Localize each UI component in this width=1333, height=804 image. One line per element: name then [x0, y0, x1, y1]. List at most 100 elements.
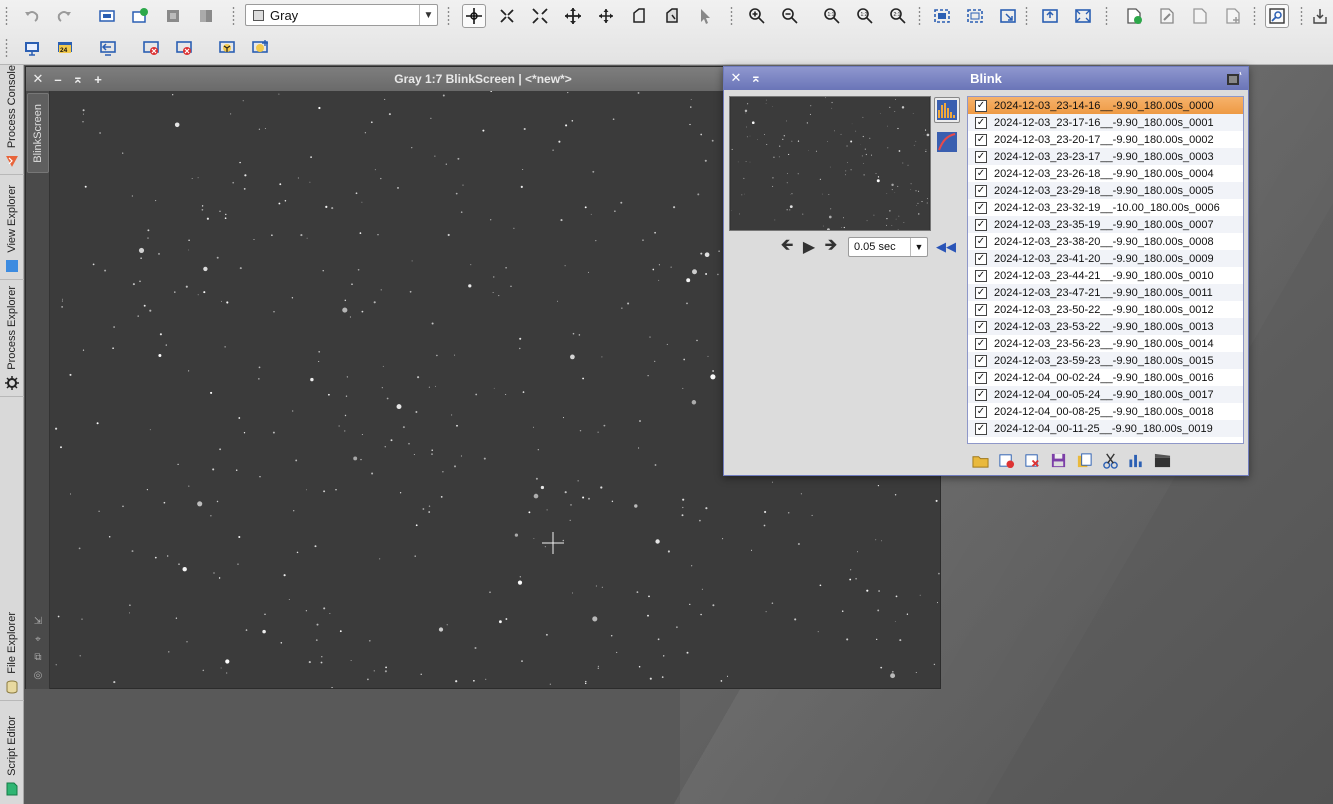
checkbox[interactable]: ✓: [975, 320, 987, 333]
zoom-in-icon[interactable]: [745, 4, 769, 28]
statistics-icon[interactable]: [1123, 450, 1149, 470]
new-workspace-icon[interactable]: [1122, 4, 1146, 28]
color-mode-select[interactable]: Gray ▼: [245, 4, 438, 26]
copy-icon[interactable]: ⧉: [32, 652, 44, 664]
target-icon[interactable]: ◎: [32, 670, 44, 682]
move-icon[interactable]: [1071, 450, 1097, 470]
checkbox[interactable]: ✓: [975, 405, 987, 418]
zoom-2-1-icon[interactable]: 2:1: [886, 4, 910, 28]
list-item[interactable]: ✓ 2024-12-03_23-20-17__-9.90_180.00s_0002: [968, 131, 1243, 148]
zoom-in-mode-icon[interactable]: [495, 4, 519, 28]
screen-reset-icon[interactable]: [139, 36, 163, 60]
checkbox[interactable]: ✓: [975, 150, 987, 163]
list-item[interactable]: ✓ 2024-12-03_23-26-18__-9.90_180.00s_0004: [968, 165, 1243, 182]
view-name-tab[interactable]: BlinkScreen: [27, 93, 49, 173]
screen-back-icon[interactable]: [96, 36, 120, 60]
toolbar-grip[interactable]: [730, 6, 733, 26]
toolbar-grip[interactable]: [232, 6, 235, 26]
video-icon[interactable]: [1149, 450, 1175, 470]
crosshair-icon[interactable]: ⌖: [32, 634, 44, 646]
zoom-out-icon[interactable]: [778, 4, 802, 28]
blink-window[interactable]: ✕ ⌅ Blink 🡸 ▶ 🡺 0.05 sec ▼ ◀◀ ✓ 2024-12-0…: [723, 66, 1249, 476]
tab-view-explorer[interactable]: View Explorer: [0, 176, 24, 280]
toolbar-grip[interactable]: [918, 6, 921, 26]
rewind-icon[interactable]: ◀◀: [936, 239, 956, 255]
checkbox[interactable]: ✓: [975, 218, 987, 231]
list-item[interactable]: ✓ 2024-12-03_23-38-20__-9.90_180.00s_0008: [968, 233, 1243, 250]
screen-transfer-icon[interactable]: [20, 36, 44, 60]
checkbox[interactable]: ✓: [975, 354, 987, 367]
close-selected-icon[interactable]: [993, 450, 1019, 470]
list-item[interactable]: ✓ 2024-12-04_00-08-25__-9.90_180.00s_0018: [968, 403, 1243, 420]
toolbar-grip[interactable]: [5, 38, 8, 58]
play-icon[interactable]: ▶: [798, 237, 820, 257]
checkbox[interactable]: ✓: [975, 133, 987, 146]
maximize-icon[interactable]: +: [88, 72, 108, 87]
fit-window-icon[interactable]: [963, 4, 987, 28]
list-item[interactable]: ✓ 2024-12-04_00-11-25__-9.90_180.00s_0019: [968, 420, 1243, 437]
checkbox[interactable]: ✓: [975, 422, 987, 435]
checkbox[interactable]: ✓: [975, 388, 987, 401]
blink-speed-select[interactable]: 0.05 sec ▼: [848, 237, 928, 257]
extract-icon[interactable]: [161, 4, 185, 28]
dynamic-crop-icon[interactable]: [660, 4, 684, 28]
workspace-add-icon[interactable]: [1221, 4, 1245, 28]
toolbar-grip[interactable]: [1253, 6, 1256, 26]
list-item[interactable]: ✓ 2024-12-03_23-35-19__-9.90_180.00s_0007: [968, 216, 1243, 233]
stf-auto-icon[interactable]: [215, 36, 239, 60]
save-icon[interactable]: [1045, 450, 1071, 470]
redo-icon[interactable]: [52, 4, 76, 28]
list-item[interactable]: ✓ 2024-12-03_23-56-23__-9.90_180.00s_0014: [968, 335, 1243, 352]
checkbox[interactable]: ✓: [975, 337, 987, 350]
checkbox[interactable]: ✓: [975, 303, 987, 316]
shade-icon[interactable]: ⌅: [68, 71, 88, 87]
tab-file-explorer[interactable]: File Explorer: [0, 611, 24, 701]
next-icon[interactable]: 🡺: [820, 237, 842, 257]
restore-icon[interactable]: [1071, 4, 1095, 28]
toolbar-grip[interactable]: [1300, 6, 1303, 26]
list-item[interactable]: ✓ 2024-12-03_23-50-22__-9.90_180.00s_0012: [968, 301, 1243, 318]
zoom-1-2-icon[interactable]: 1:2: [853, 4, 877, 28]
pointer-icon[interactable]: [693, 4, 717, 28]
center-mode-icon[interactable]: [594, 4, 618, 28]
undo-icon[interactable]: [20, 4, 44, 28]
arrow-icon[interactable]: ⇲: [32, 616, 44, 628]
list-item[interactable]: ✓ 2024-12-03_23-47-21__-9.90_180.00s_0011: [968, 284, 1243, 301]
minimize-icon[interactable]: –: [48, 72, 68, 87]
maximize-icon[interactable]: [1038, 4, 1062, 28]
pan-mode-icon[interactable]: [561, 4, 585, 28]
tab-process-console[interactable]: Process Console: [0, 65, 24, 175]
toolbar-grip[interactable]: [1105, 6, 1108, 26]
checkbox[interactable]: ✓: [975, 286, 987, 299]
previous-icon[interactable]: 🡸: [776, 237, 798, 257]
stf-curve-icon[interactable]: [934, 129, 960, 155]
zoom-out-mode-icon[interactable]: [528, 4, 552, 28]
list-item[interactable]: ✓ 2024-12-03_23-17-16__-9.90_180.00s_0001: [968, 114, 1243, 131]
checkbox[interactable]: ✓: [975, 99, 987, 112]
duplicate-image-icon[interactable]: [128, 4, 152, 28]
fit-view-icon[interactable]: [930, 4, 954, 28]
chevron-down-icon[interactable]: ▼: [910, 238, 927, 256]
explore-icon[interactable]: [1265, 4, 1289, 28]
list-item[interactable]: ✓ 2024-12-03_23-29-18__-9.90_180.00s_0005: [968, 182, 1243, 199]
checkbox[interactable]: ✓: [975, 167, 987, 180]
checkbox[interactable]: ✓: [975, 269, 987, 282]
checkbox[interactable]: ✓: [975, 201, 987, 214]
chevron-down-icon[interactable]: ▼: [419, 5, 437, 25]
list-item[interactable]: ✓ 2024-12-04_00-05-24__-9.90_180.00s_0017: [968, 386, 1243, 403]
zoom-to-fit-icon[interactable]: [996, 4, 1020, 28]
checkbox[interactable]: ✓: [975, 371, 987, 384]
edit-workspace-icon[interactable]: [1155, 4, 1179, 28]
histogram-icon[interactable]: [934, 97, 960, 123]
new-instance-icon[interactable]: [1226, 71, 1242, 87]
readout-mode-icon[interactable]: [462, 4, 486, 28]
crop-icon[interactable]: [1097, 450, 1123, 470]
stf-link-icon[interactable]: [248, 36, 272, 60]
toolbar-grip[interactable]: [5, 6, 8, 26]
checkbox[interactable]: ✓: [975, 184, 987, 197]
list-item[interactable]: ✓ 2024-12-04_00-02-24__-9.90_180.00s_0016: [968, 369, 1243, 386]
screen-24-icon[interactable]: 24: [53, 36, 77, 60]
blink-file-list[interactable]: ✓ 2024-12-03_23-14-16__-9.90_180.00s_0000…: [967, 96, 1244, 444]
edit-preview-icon[interactable]: [627, 4, 651, 28]
list-item[interactable]: ✓ 2024-12-03_23-53-22__-9.90_180.00s_0013: [968, 318, 1243, 335]
